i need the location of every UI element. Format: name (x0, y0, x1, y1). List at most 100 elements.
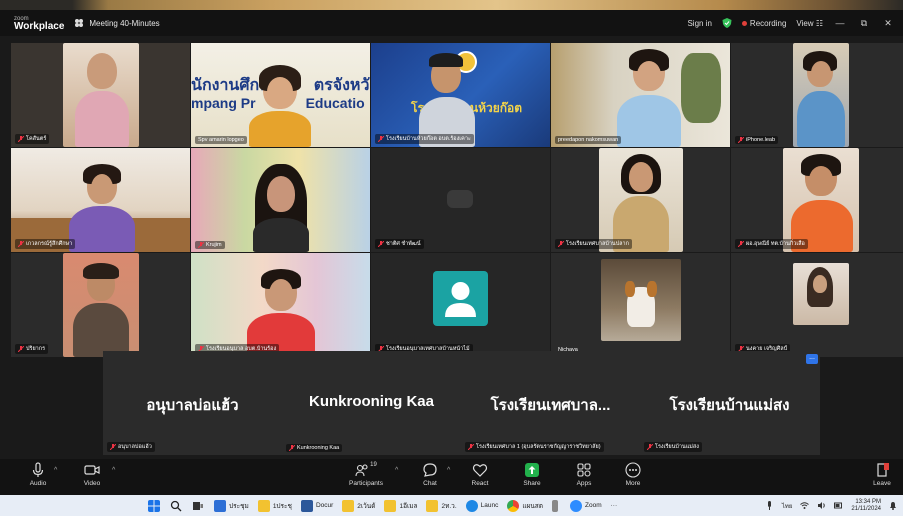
participant-name: ผอ.อุษณีย์ ทต.บ้านกิ่วเสือ (735, 239, 808, 249)
more-button[interactable]: More (613, 462, 653, 487)
taskbar-item[interactable]: Launc (465, 499, 498, 512)
mic-muted-icon (378, 136, 384, 142)
wifi-icon[interactable] (800, 501, 810, 510)
participant-name: โรงเรียนบ้านแม่สง (644, 442, 702, 452)
video-tile[interactable]: โคสันตร์ (11, 43, 190, 147)
windows-start-icon[interactable] (148, 499, 160, 512)
participants-options-caret[interactable]: ^ (395, 467, 398, 474)
brand-line-2: Workplace (14, 21, 65, 32)
participants-count: 19 (370, 462, 377, 468)
participant-name: ชาติศ ชำพัฒน์ (375, 239, 424, 249)
display-name: อนุบาลบ่อแฮ้ว (146, 397, 239, 414)
participant-name: Spv amarin lopgeo (195, 136, 247, 144)
video-tile[interactable]: นงคาย เจริญศิลป์ (731, 253, 903, 357)
video-tile[interactable]: Nichaya (551, 253, 730, 357)
taskbar-overflow[interactable]: ··· (611, 502, 618, 509)
participant-name: preedapon nakomsuwan (555, 136, 622, 144)
display-name: Kunkrooning Kaa (308, 393, 434, 410)
mic-muted-icon (18, 241, 24, 247)
video-tile[interactable]: โรงเรียนเทศบาลบ้านปลาก (551, 148, 730, 252)
recording-indicator[interactable]: Recording (741, 19, 786, 28)
avatar (433, 271, 488, 326)
view-label: View (796, 18, 814, 28)
name-only-tiles: อนุบาลบ่อแฮ้ว อนุบาลบ่อแฮ้ว Kunkrooning … (103, 351, 820, 455)
video-tile[interactable]: ปริยากร (11, 253, 190, 357)
taskbar-item[interactable]: 1อีเมล (384, 499, 417, 512)
mic-muted-icon (558, 241, 564, 247)
participants-icon (355, 464, 368, 477)
video-button[interactable]: Video (72, 462, 112, 487)
video-tile[interactable]: Krujim (191, 148, 370, 252)
chat-button[interactable]: Chat (410, 462, 450, 487)
task-view-icon[interactable] (192, 500, 204, 512)
person-icon (445, 282, 476, 317)
video-tile-camera-off[interactable]: อนุบาลบ่อแฮ้ว อนุบาลบ่อแฮ้ว (103, 351, 282, 455)
audio-button[interactable]: Audio (18, 462, 58, 487)
video-tile-camera-off[interactable]: โรงเรียนเทศบาล... โรงเรียนเทศบาล 1 (อุบล… (461, 351, 640, 455)
participant-name: Kunkrooning Kaa (286, 444, 343, 452)
close-button[interactable]: ✕ (881, 18, 895, 29)
notification-bell-icon[interactable] (889, 501, 897, 510)
chat-options-caret[interactable]: ^ (447, 467, 450, 474)
minimize-button[interactable]: — (833, 18, 847, 28)
recording-dot-icon (741, 20, 747, 26)
video-tile-active-speaker[interactable]: นักงานศึกษตรจังหวัด mpang PrEducatio Spv… (191, 43, 370, 147)
mic-muted-icon (468, 444, 474, 450)
apps-icon (577, 463, 591, 477)
clock-time: 13:34 PM (855, 498, 881, 505)
video-tile-camera-off[interactable]: ชาติศ ชำพัฒน์ (371, 148, 550, 252)
video-tile[interactable]: เกวลกรณ์รู้สึกศึกษา (11, 148, 190, 252)
battery-icon[interactable] (834, 501, 843, 510)
language-indicator[interactable]: ไทย (782, 501, 793, 511)
video-tile[interactable]: iPhone.leab (731, 43, 903, 147)
view-button[interactable]: View ☷ (796, 19, 823, 28)
participants-button[interactable]: 19 Participants (342, 462, 390, 487)
mic-muted-icon (18, 136, 24, 142)
audio-options-caret[interactable]: ^ (54, 467, 57, 474)
mic-muted-icon (110, 444, 116, 450)
participant-name: เกวลกรณ์รู้สึกศึกษา (15, 239, 76, 249)
taskbar-item[interactable]: แผนสต (507, 499, 543, 512)
more-options-badge[interactable]: ... (806, 354, 818, 364)
microphone-tray-icon[interactable] (765, 501, 774, 510)
taskbar-item[interactable] (552, 499, 561, 512)
meeting-info-icon[interactable] (74, 18, 84, 28)
video-camera-icon (84, 465, 100, 475)
video-options-caret[interactable]: ^ (112, 467, 115, 474)
react-button[interactable]: React (460, 462, 500, 487)
os-taskbar: ประชุม 1ประชุ Docur 2เว้นด้ 1อีเมล 2ท.ว.… (0, 495, 903, 516)
participant-name: Krujim (195, 241, 225, 249)
share-button[interactable]: Share (512, 462, 552, 487)
participant-name: โรงเรียนเทศบาล 1 (อุบลรัตนราชกัญญาราชวิท… (465, 442, 604, 452)
video-tile-camera-off[interactable]: โรงเรียนบ้านแม่สง โรงเรียนบ้านแม่สง (640, 351, 819, 455)
meeting-title[interactable]: Meeting 40-Minutes (89, 19, 159, 28)
sign-in-link[interactable]: Sign in (687, 19, 711, 28)
shield-icon[interactable] (722, 18, 732, 28)
taskbar-item[interactable]: 2เว้นด้ (342, 499, 375, 512)
taskbar-item[interactable]: ประชุม (214, 499, 249, 512)
mic-muted-icon (738, 137, 744, 143)
mic-muted-icon (738, 241, 744, 247)
participant-name: โรงเรียนเทศบาลบ้านปลาก (555, 239, 632, 249)
participant-name: ปริยากร (15, 344, 49, 354)
taskbar-item[interactable]: 2ท.ว. (426, 499, 457, 512)
video-tile-camera-off[interactable]: โรงเรียนอนุบาลเทศบาลบ้านหน้าไม้ (371, 253, 550, 357)
video-tile[interactable]: ผอ.อุษณีย์ ทต.บ้านกิ่วเสือ (731, 148, 903, 252)
taskbar-item[interactable]: Docur (300, 499, 333, 512)
restore-button[interactable]: ⧉ (857, 18, 871, 29)
leave-button[interactable]: Leave (866, 462, 898, 487)
mic-muted-icon (289, 445, 295, 451)
taskbar-item-zoom[interactable]: Zoom (570, 499, 602, 512)
mic-muted-icon (647, 444, 653, 450)
mic-muted-icon (18, 346, 24, 352)
video-tile-camera-off[interactable]: Kunkrooning Kaa Kunkrooning Kaa (282, 351, 461, 455)
volume-icon[interactable] (817, 501, 826, 510)
system-clock[interactable]: 13:34 PM 21/11/2024 (851, 499, 881, 513)
video-tile[interactable]: preedapon nakomsuwan (551, 43, 730, 147)
apps-button[interactable]: Apps (564, 462, 604, 487)
taskbar-item[interactable]: 1ประชุ (257, 499, 292, 512)
video-tile[interactable]: โรงเรียนบ้านห้วยก๊อต โรงเรียนบ้านห้วยก๊อ… (371, 43, 550, 147)
search-icon[interactable] (170, 500, 182, 512)
microphone-icon (32, 462, 44, 477)
video-tile[interactable]: โรงเรียนอนุบาล อบต.บ้านร้อง (191, 253, 370, 357)
